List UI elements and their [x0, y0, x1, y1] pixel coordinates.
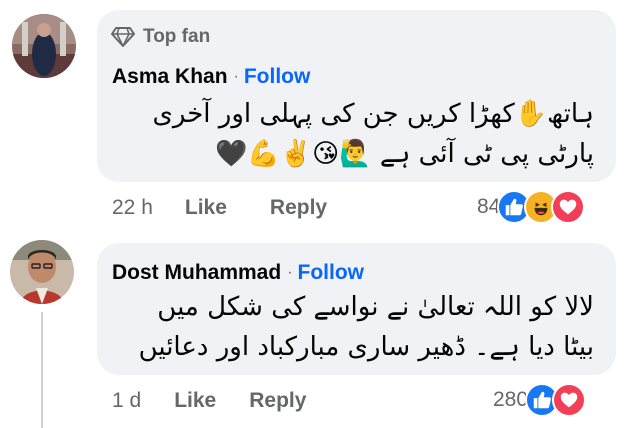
author-line: Dost Muhammad · Follow [112, 261, 364, 285]
comment-meta: 1 d Like Reply [112, 389, 306, 413]
reaction-summary[interactable]: 280 [493, 383, 587, 417]
separator-dot: · [233, 68, 239, 85]
love-reaction-icon [551, 190, 586, 224]
reaction-count: 280 [493, 388, 529, 411]
top-fan-badge: Top fan [111, 26, 210, 48]
avatar[interactable] [12, 14, 76, 78]
reply-button[interactable]: Reply [249, 389, 306, 413]
author-name[interactable]: Asma Khan [112, 65, 228, 89]
separator-dot: · [287, 264, 293, 281]
reply-button[interactable]: Reply [270, 196, 327, 220]
follow-link[interactable]: Follow [298, 261, 365, 285]
comment-text: ہاتھ✋کھڑا کریں جن کی پہلی اور آخری پارٹی… [114, 94, 594, 174]
reaction-summary[interactable]: 84 [477, 190, 586, 224]
badge-label: Top fan [143, 26, 211, 47]
author-line: Asma Khan · Follow [112, 65, 310, 89]
timestamp[interactable]: 22 h [112, 196, 153, 220]
avatar[interactable] [10, 240, 74, 304]
author-name[interactable]: Dost Muhammad [112, 261, 281, 285]
comment-line: بیٹا دیا ہے۔ ڈھیر ساری مبارکباد اور دعائ… [138, 332, 594, 362]
comment-text: لالا کو اللہ تعالیٰ نے نواسے کی شکل میں … [114, 287, 594, 367]
timestamp[interactable]: 1 d [112, 389, 141, 413]
comment-line: ہاتھ✋کھڑا کریں جن کی پہلی اور آخری [152, 99, 594, 129]
diamond-icon [111, 27, 135, 47]
comment-meta: 22 h Like Reply [112, 196, 327, 220]
thread-line [41, 312, 43, 428]
like-button[interactable]: Like [185, 196, 227, 220]
comment-line: لالا کو اللہ تعالیٰ نے نواسے کی شکل میں [157, 292, 594, 322]
comment-bubble: Dost Muhammad · Follow لالا کو اللہ تعال… [97, 243, 616, 375]
like-button[interactable]: Like [174, 389, 216, 413]
comment-bubble: Top fan Asma Khan · Follow ہاتھ✋کھڑا کری… [97, 10, 616, 182]
comment-line: پارٹی پی ٹی آئی ہے 🙋‍♂️😘✌️💪🖤 [215, 139, 594, 169]
love-reaction-icon [552, 383, 587, 417]
follow-link[interactable]: Follow [244, 65, 311, 89]
